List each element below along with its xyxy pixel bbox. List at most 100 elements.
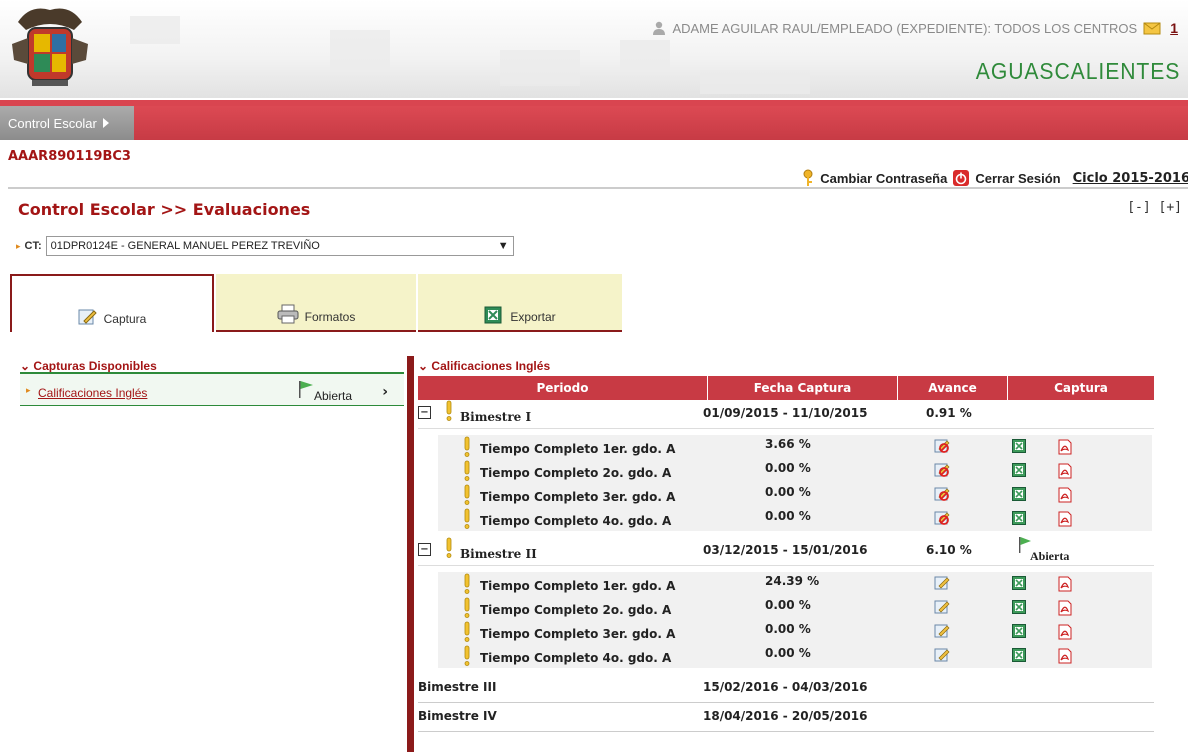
bimestre-avance: 0.91 % [926, 406, 972, 420]
group-row: Tiempo Completo 4o. gdo. A 0.00 % [438, 644, 1152, 668]
edit-icon [78, 309, 97, 325]
exclamation-icon [464, 436, 470, 457]
city-name: AGUASCALIENTES [975, 58, 1180, 84]
group-avance: 24.39 % [765, 574, 820, 588]
bimestre-row: Bimestre IV 18/04/2016 - 20/05/2016 [418, 703, 1154, 732]
page-title: Control Escolar >> Evaluaciones [18, 200, 311, 219]
bimestre-fecha: 01/09/2015 - 11/10/2015 [703, 406, 868, 420]
group-row: Tiempo Completo 1er. gdo. A 3.66 % [438, 435, 1152, 459]
collapse-icon[interactable]: − [418, 543, 431, 556]
bullet-icon: ▸ [26, 386, 31, 396]
tab-exportar[interactable]: Exportar [418, 274, 622, 332]
group-name: Tiempo Completo 1er. gdo. A [480, 579, 676, 593]
group-row: Tiempo Completo 3er. gdo. A 0.00 % [438, 620, 1152, 644]
bimestre-fecha: 03/12/2015 - 15/01/2016 [703, 543, 868, 557]
pdf-icon[interactable] [1058, 648, 1072, 664]
exclamation-icon [464, 484, 470, 505]
excel-icon[interactable] [1012, 624, 1026, 638]
tab-captura[interactable]: Captura [10, 274, 214, 332]
edit-icon[interactable] [934, 648, 950, 662]
logout-link[interactable]: Cerrar Sesión [975, 171, 1060, 186]
pdf-icon[interactable] [1058, 576, 1072, 592]
ct-select-value: 01DPR0124E - GENERAL MANUEL PEREZ TREVIÑ… [50, 240, 320, 252]
bimestre-name: Bimestre IV [418, 709, 497, 723]
edit-locked-icon [934, 439, 950, 453]
group-name: Tiempo Completo 1er. gdo. A [480, 442, 676, 456]
status-abierta: Abierta [1018, 537, 1069, 563]
table-header: Periodo Fecha Captura Avance Captura [418, 376, 1154, 400]
pdf-icon[interactable] [1058, 600, 1072, 616]
bimestre-avance: 6.10 % [926, 543, 972, 557]
tab-label: Formatos [304, 310, 356, 324]
excel-icon[interactable] [1012, 648, 1026, 662]
excel-icon[interactable] [1012, 487, 1026, 501]
table-body: − Bimestre I 01/09/2015 - 11/10/2015 0.9… [418, 400, 1154, 732]
change-password-link[interactable]: Cambiar Contraseña [820, 171, 947, 186]
edit-icon[interactable] [934, 600, 950, 614]
edit-icon[interactable] [934, 576, 950, 590]
top-links: Cambiar Contraseña Cerrar Sesión Ciclo 2… [802, 169, 1188, 187]
pdf-icon[interactable] [1058, 463, 1072, 479]
column-header-fecha: Fecha Captura [708, 376, 898, 400]
edit-locked-icon [934, 511, 950, 525]
collapse-icon[interactable]: − [418, 406, 431, 419]
column-header-captura: Captura [1054, 381, 1108, 395]
exclamation-icon [464, 597, 470, 618]
available-captures-header[interactable]: ⌄ Capturas Disponibles [20, 359, 157, 373]
divider [8, 187, 1188, 189]
edit-icon[interactable] [934, 624, 950, 638]
exclamation-icon [464, 645, 470, 666]
group-row: Tiempo Completo 2o. gdo. A 0.00 % [438, 459, 1152, 483]
group-name: Tiempo Completo 4o. gdo. A [480, 514, 672, 528]
status-label: Abierta [1030, 549, 1070, 563]
group-row: Tiempo Completo 2o. gdo. A 0.00 % [438, 596, 1152, 620]
bimestre-name: Bimestre III [418, 680, 497, 694]
group-avance: 3.66 % [765, 437, 811, 451]
exclamation-icon [464, 508, 470, 529]
excel-icon[interactable] [1012, 439, 1026, 453]
group-avance: 0.00 % [765, 598, 811, 612]
excel-icon[interactable] [1012, 511, 1026, 525]
group-row: Tiempo Completo 3er. gdo. A 0.00 % [438, 483, 1152, 507]
rfc-label: AAAR890119BC3 [8, 149, 131, 164]
grades-table: Periodo Fecha Captura Avance Captura − B… [418, 376, 1154, 732]
pdf-icon[interactable] [1058, 511, 1072, 527]
excel-icon[interactable] [1012, 576, 1026, 590]
dropdown-arrow-icon: ▼ [497, 240, 509, 252]
messages-count-link[interactable]: 1 [1170, 20, 1178, 36]
chevron-right-icon: › [382, 384, 388, 400]
user-icon [653, 21, 666, 35]
pdf-icon[interactable] [1058, 487, 1072, 503]
column-header-periodo: Periodo [418, 376, 708, 400]
bimestre-name: Bimestre II [460, 547, 537, 561]
exclamation-icon [464, 573, 470, 594]
expand-collapse-controls[interactable]: [-] [+] [1127, 200, 1182, 215]
bimestre-fecha: 15/02/2016 - 04/03/2016 [703, 680, 868, 694]
envelope-icon[interactable] [1143, 21, 1161, 35]
excel-icon[interactable] [1012, 463, 1026, 477]
tab-formatos[interactable]: Formatos [216, 274, 416, 332]
excel-icon [484, 306, 502, 324]
capture-link[interactable]: Calificaciones Inglés [38, 386, 147, 400]
edit-locked-icon [934, 463, 950, 477]
power-icon [953, 170, 970, 186]
ct-select[interactable]: 01DPR0124E - GENERAL MANUEL PEREZ TREVIÑ… [45, 236, 514, 256]
capture-list-item[interactable]: ▸ Calificaciones Inglés Abierta › [20, 372, 404, 406]
excel-icon[interactable] [1012, 600, 1026, 614]
nav-bar [0, 100, 1188, 140]
pdf-icon[interactable] [1058, 439, 1072, 455]
flag-icon [299, 381, 313, 398]
bimestre-fecha: 18/04/2016 - 20/05/2016 [703, 709, 868, 723]
user-bar: ADAME AGUILAR RAUL/EMPLEADO (EXPEDIENTE)… [652, 20, 1178, 36]
bimestre-name: Bimestre I [460, 410, 532, 424]
bullet-icon: ▸ [16, 240, 21, 251]
caret-right-icon [102, 118, 109, 128]
grades-header[interactable]: ⌄ Calificaciones Inglés [418, 359, 550, 373]
nav-control-escolar[interactable]: Control Escolar [0, 106, 134, 140]
cycle-link[interactable]: Ciclo 2015-2016 [1073, 171, 1188, 186]
pdf-icon[interactable] [1058, 624, 1072, 640]
group-name: Tiempo Completo 4o. gdo. A [480, 651, 672, 665]
capture-status: Abierta [314, 389, 353, 403]
column-header-avance: Avance [898, 376, 1008, 400]
group-row: Tiempo Completo 4o. gdo. A 0.00 % [438, 507, 1152, 531]
